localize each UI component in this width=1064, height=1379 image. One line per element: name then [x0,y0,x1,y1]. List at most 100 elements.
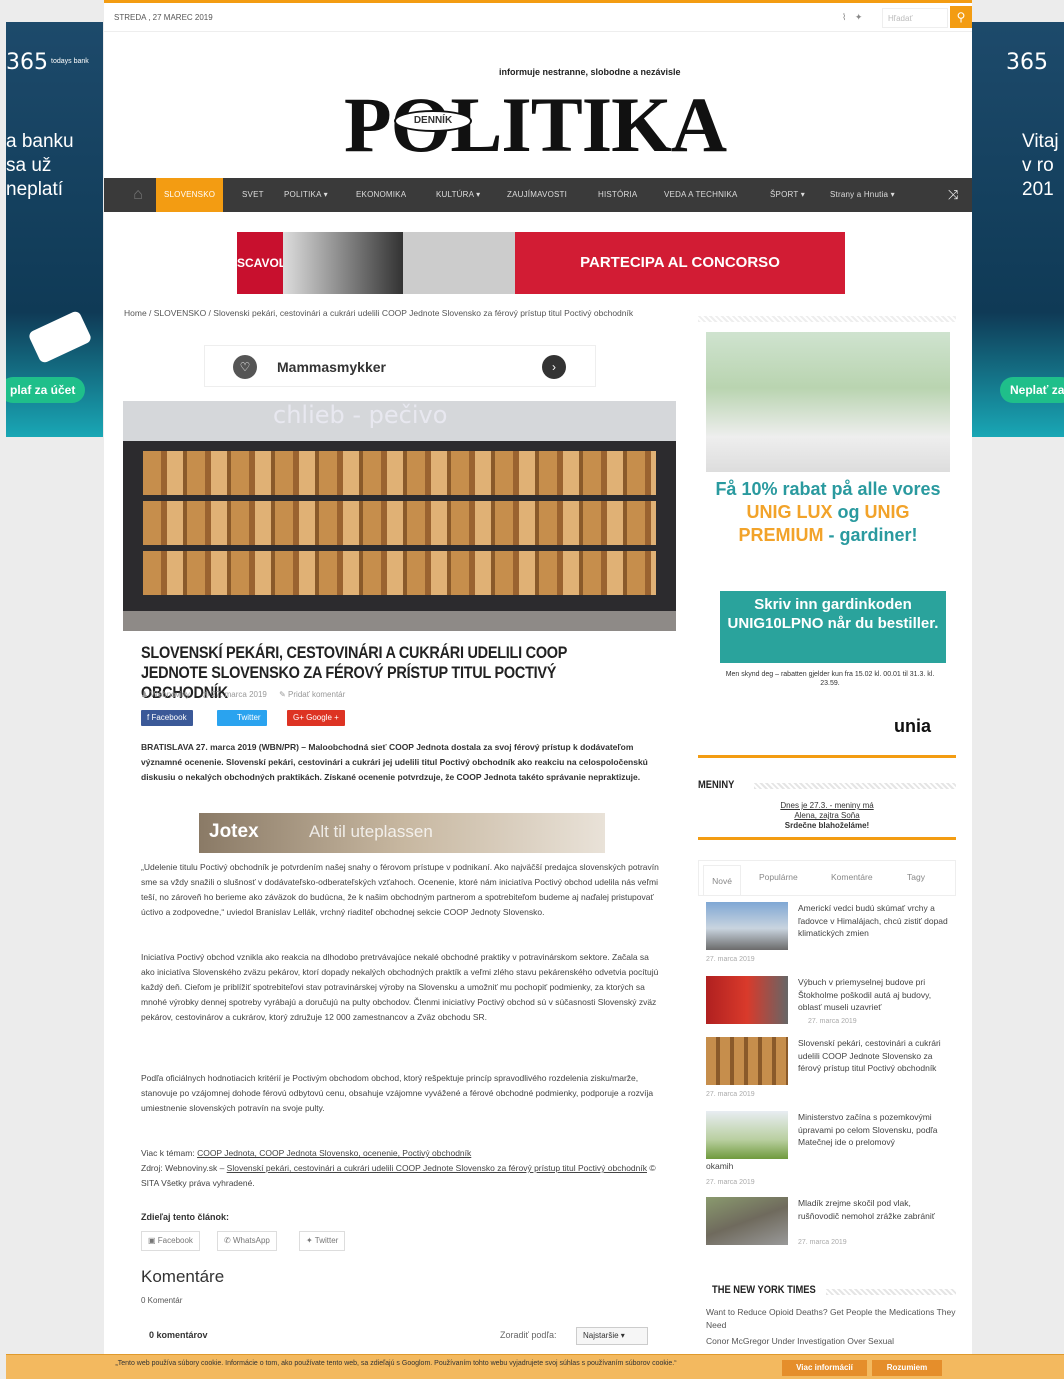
right-skin-ad[interactable]: 365 Vitaj v ro 201 Neplať za [970,22,1064,437]
ad-headline-text: Få 10% rabat på alle vores [715,479,941,499]
nav-item-svet[interactable]: SVET [242,178,264,212]
sort-select[interactable]: Najstaršie ▾ [576,1327,648,1345]
nav-item-sport[interactable]: ŠPORT ▾ [770,178,805,212]
nav-item-slovensko[interactable]: SLOVENSKO [156,178,224,212]
post-title[interactable]: Mladík zrejme skočil pod vlak, rušňovodi… [798,1197,950,1222]
nav-item-veda[interactable]: VEDA A TECHNIKA [664,178,738,212]
ad-headline-text: - gardiner! [823,525,918,545]
post-title[interactable]: Americkí vedci budú skúmať vrchy a ľadov… [798,902,950,940]
bread-shelf [143,451,656,495]
share-label-text: WhatsApp [232,1236,270,1245]
skin-text-line: a banku [6,131,74,152]
breadcrumb[interactable]: Home / SLOVENSKO / Slovenski pekári, ces… [124,308,664,319]
sidebar-ad[interactable]: Få 10% rabat på alle vores UNIG LUX og U… [706,332,950,742]
post-thumbnail[interactable] [706,1197,788,1245]
post-thumbnail[interactable] [706,1111,788,1159]
ad-name: Mammasmykker [277,359,386,375]
main-nav: ⌂ SLOVENSKO SVET POLITIKA ▾ EKONOMIKA KU… [104,178,972,212]
twitter-icon[interactable]: ✦ [855,12,863,22]
article-date: 27. marca 2019 [211,690,267,699]
share-google-button[interactable]: G+ Google + [287,710,345,726]
article-lead: BRATISLAVA 27. marca 2019 (WBN/PR) – Mal… [141,742,648,782]
article-author[interactable]: Webnoviny [150,690,189,699]
whatsapp-icon: ✆ [224,1236,233,1245]
rss-icon[interactable]: ⌇ [842,12,846,22]
top-bar: STREDA , 27 MAREC 2019 ⌇ ✦ Hľadať ⚲ [104,0,972,32]
search-input[interactable]: Hľadať [882,8,948,28]
comments-number: 0 komentárov [149,1330,208,1340]
post-thumbnail[interactable] [706,902,788,950]
cookie-more-button[interactable]: Viac informácií [782,1360,867,1376]
ad-text: Alt til uteplassen [309,822,433,841]
ad-small-print: Men skynd deg – rabatten gjelder kun fra… [725,671,935,687]
ad-headline-text: og [832,502,865,522]
home-icon[interactable]: ⌂ [120,178,156,212]
skin-cta-button[interactable]: Neplať za [1000,377,1064,403]
ad-cta[interactable]: PARTECIPA AL CONCORSO [515,232,845,294]
add-comment-link[interactable]: Pridať komentár [288,690,345,699]
shuffle-icon[interactable]: ⤨ [948,178,958,212]
ad-brand: SCAVOLINI [237,232,301,294]
post-date: 27. marca 2019 [706,956,755,963]
left-skin-ad[interactable]: 365 todays bank a banku sa už neplatí pl… [6,22,103,437]
skin-cta-button[interactable]: plaf za účet [6,377,86,403]
site-logo-badge: DENNÍK [394,110,472,132]
tab-popularne[interactable]: Populárne [759,872,798,882]
post-thumbnail[interactable] [706,976,788,1024]
share-facebook-button[interactable]: f Facebook [141,710,193,726]
cookie-accept-button[interactable]: Rozumiem [872,1360,942,1376]
inline-ad[interactable]: ♡ Mammasmykker › [204,345,596,387]
tags-links[interactable]: COOP Jednota, COOP Jednota Slovensko, oc… [197,1148,471,1158]
share-facebook-button[interactable]: ▣ Facebook [141,1231,200,1251]
posts-tabs: Nové Populárne Komentáre Tagy [698,860,956,896]
post-title[interactable]: Výbuch v priemyselnej budove pri Štokhol… [798,976,950,1014]
share-twitter-button[interactable]: Twitter [217,710,267,726]
nav-item-historia[interactable]: HISTÓRIA [598,178,637,212]
article-tags: Viac k témam: COOP Jednota, COOP Jednota… [141,1146,661,1161]
post-date: 27. marca 2019 [798,1239,847,1246]
tab-komentare[interactable]: Komentáre [831,872,873,882]
nyt-item[interactable]: Conor McGregor Under Investigation Over … [706,1335,956,1348]
share-label-text: Facebook [157,1236,193,1245]
arrow-right-icon[interactable]: › [542,355,566,379]
nav-item-ekonomika[interactable]: EKONOMIKA [356,178,406,212]
post-date: 27. marca 2019 [706,1179,755,1186]
bread-shelf [143,501,656,545]
skin-text-line: Vitaj [1022,131,1059,152]
nav-item-kultura[interactable]: KULTÚRA ▾ [436,178,480,212]
widget-title-line [826,1289,956,1295]
post-title[interactable]: Slovenskí pekári, cestovinári a cukrári … [798,1037,950,1075]
search-icon[interactable]: ⚲ [950,6,972,28]
bread-shelf [143,551,656,595]
share-twitter-button[interactable]: ✦ Twitter [299,1231,346,1251]
ad-logo: unia [894,716,932,736]
share-label: Zdieľaj tento článok: [141,1212,229,1222]
sort-label: Zoradiť podľa: [500,1330,557,1340]
skin-text-line: neplatí [6,179,64,200]
nav-item-zaujimavosti[interactable]: ZAUJÍMAVOSTI [507,178,567,212]
skin-text-line: sa už [6,155,52,176]
nav-item-politika[interactable]: POLITIKA ▾ [284,178,328,212]
social-icons[interactable]: ⌇ ✦ [842,12,862,23]
article-paragraph: Iniciatíva Poctivý obchod vznikla ako re… [141,952,659,1022]
ad-photo [283,232,403,294]
twitter-icon: ✦ [306,1236,315,1245]
skin-text-line: v ro [1022,155,1054,176]
clock-icon: ◷ [202,690,212,699]
inline-ad[interactable]: Jotex Alt til uteplassen [199,813,605,853]
share-whatsapp-button[interactable]: ✆ WhatsApp [217,1231,277,1251]
source-link[interactable]: Slovenskí pekári, cestovinári a cukrári … [227,1163,647,1173]
ad-image [706,332,950,472]
post-title-continued[interactable]: okamih [706,1161,733,1171]
nyt-item[interactable]: Want to Reduce Opioid Deaths? Get People… [706,1306,956,1331]
ad-logo: Jotex [209,821,259,842]
article-paragraph: „Udelenie titulu Poctivý obchodník je po… [141,862,659,917]
tab-nove[interactable]: Nové [703,865,741,895]
name-day-line: Alena, zajtra Soňa [794,811,860,820]
post-title[interactable]: Ministerstvo začína s pozemkovými úprava… [798,1111,950,1149]
nav-item-strany[interactable]: Strany a Hnutia ▾ [830,178,895,212]
current-date: STREDA , 27 MAREC 2019 [114,13,213,22]
tab-tagy[interactable]: Tagy [907,872,925,882]
top-banner-ad[interactable]: SCAVOLINI PARTECIPA AL CONCORSO [237,232,845,294]
post-thumbnail[interactable] [706,1037,788,1085]
